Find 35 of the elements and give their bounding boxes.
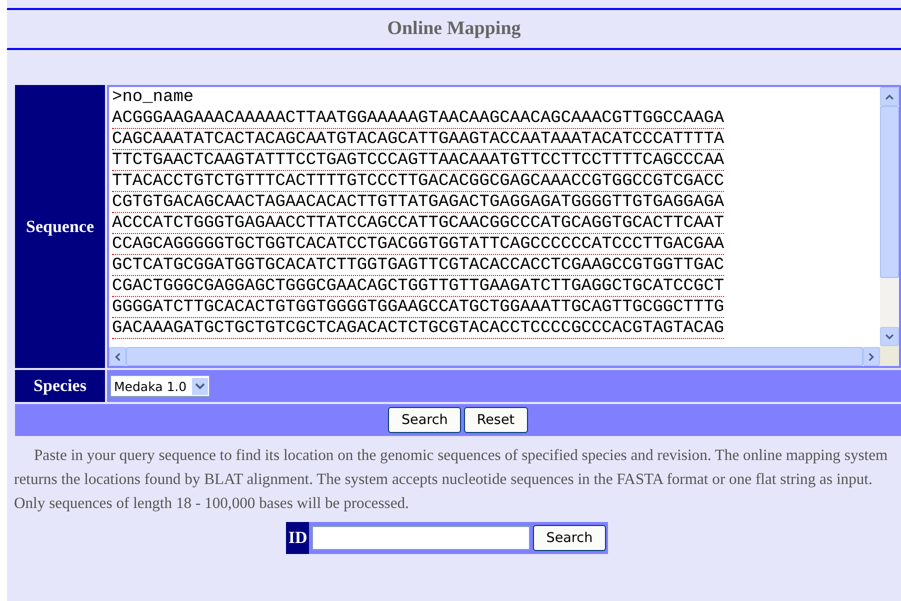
scroll-right-button[interactable] [863,347,880,366]
sequence-line: CGACTGGGCGAGGAGCTGGGCGAACAGCTGGTTGTTGAAGATCTTGAGGCTGCATCCGCT [112,277,724,297]
sequence-line: ACCCATCTGGGTGAGAACCTTATCCAGCCATTGCAACGGCCCATGCAGGTGCACTTCAAT [112,214,724,234]
sequence-line: TTACACCTGTCTGTTTCACTTTTGTCCCTTGACACGGCGAGCAAACCGTGGCCGTCGACC [112,172,724,192]
search-button[interactable]: Search [533,525,606,551]
sequence-line: CGTGTGACAGCAACTAGAACACACTTGTTATGAGACTGAGGAGATGGGGTTGTGAGGAGA [112,193,724,213]
sequence-line: GGGGATCTTGCACACTGTGGTGGGGTGGAAGCCATGCTGGAAATTGCAGTTGCGGCTTTG [112,298,724,318]
search-button[interactable]: Search [388,407,461,433]
sequence-field[interactable] [107,85,901,368]
sequence-line: >no_name [112,88,194,108]
chevron-icon [885,334,894,340]
sequence-line: CAGCAAATATCACTACAGCAATGTACAGCATTGAAGTACCAATAAATACATCCCATTTTA [112,130,724,150]
chevron-down-icon [194,382,205,390]
sequence-line: TTCTGAACTCAAGTATTTCCTGAGTCCCAGTTAACAAATGTTCCTTCCTTTTCAGCCCAA [112,151,724,171]
chevron-icon [885,94,894,100]
scroll-up-button[interactable] [880,87,899,106]
species-select[interactable]: Medaka 1.0 [110,375,210,397]
vertical-scrollbar[interactable] [880,87,899,346]
reset-button[interactable]: Reset [464,407,528,433]
page-title: Online Mapping [387,18,521,40]
scroll-left-button[interactable] [109,347,126,366]
id-input[interactable] [312,526,530,550]
chevron-icon [114,352,120,361]
species-label: Species [15,370,105,402]
sequence-line: ACGGGAAGAAACAAAAACTTAATGGAAAAAGTAACAAGCAACAGCAAACGTTGGCCAAGA [112,109,724,129]
scrollbar-corner [880,346,899,366]
sequence-line: GACAAAGATGCTGCTGTCGCTCAGACACTCTGCGTACACCTCCCCGCCCACGTAGTACAG [112,319,724,339]
chevron-icon [868,352,875,361]
scroll-thumb[interactable] [880,106,899,278]
sequence-label: Sequence [15,85,105,368]
description-text: Paste in your query sequence to find its location on the genomic sequences of specified species and revision. The online mapping system returns the locations found by BLAT alignment. The system accepts nucleotide sequences in the FASTA format or one flat string as input. Only sequences of length 18 - 100,000 bases will be processed. [14,446,889,514]
scroll-down-button[interactable] [880,327,899,346]
sequence-line: GCTCATGCGGATGGTGCACATCTTGGTGAGTTCGTACACCACCTCGAAGCCGTGGTTGAC [112,256,724,276]
id-label: ID [286,522,310,554]
sequence-line: CCAGCAGGGGGTGCTGGTCACATCCTGACGGTGGTATTCAGCCCCCCATCCCTTGACGAA [112,235,724,255]
